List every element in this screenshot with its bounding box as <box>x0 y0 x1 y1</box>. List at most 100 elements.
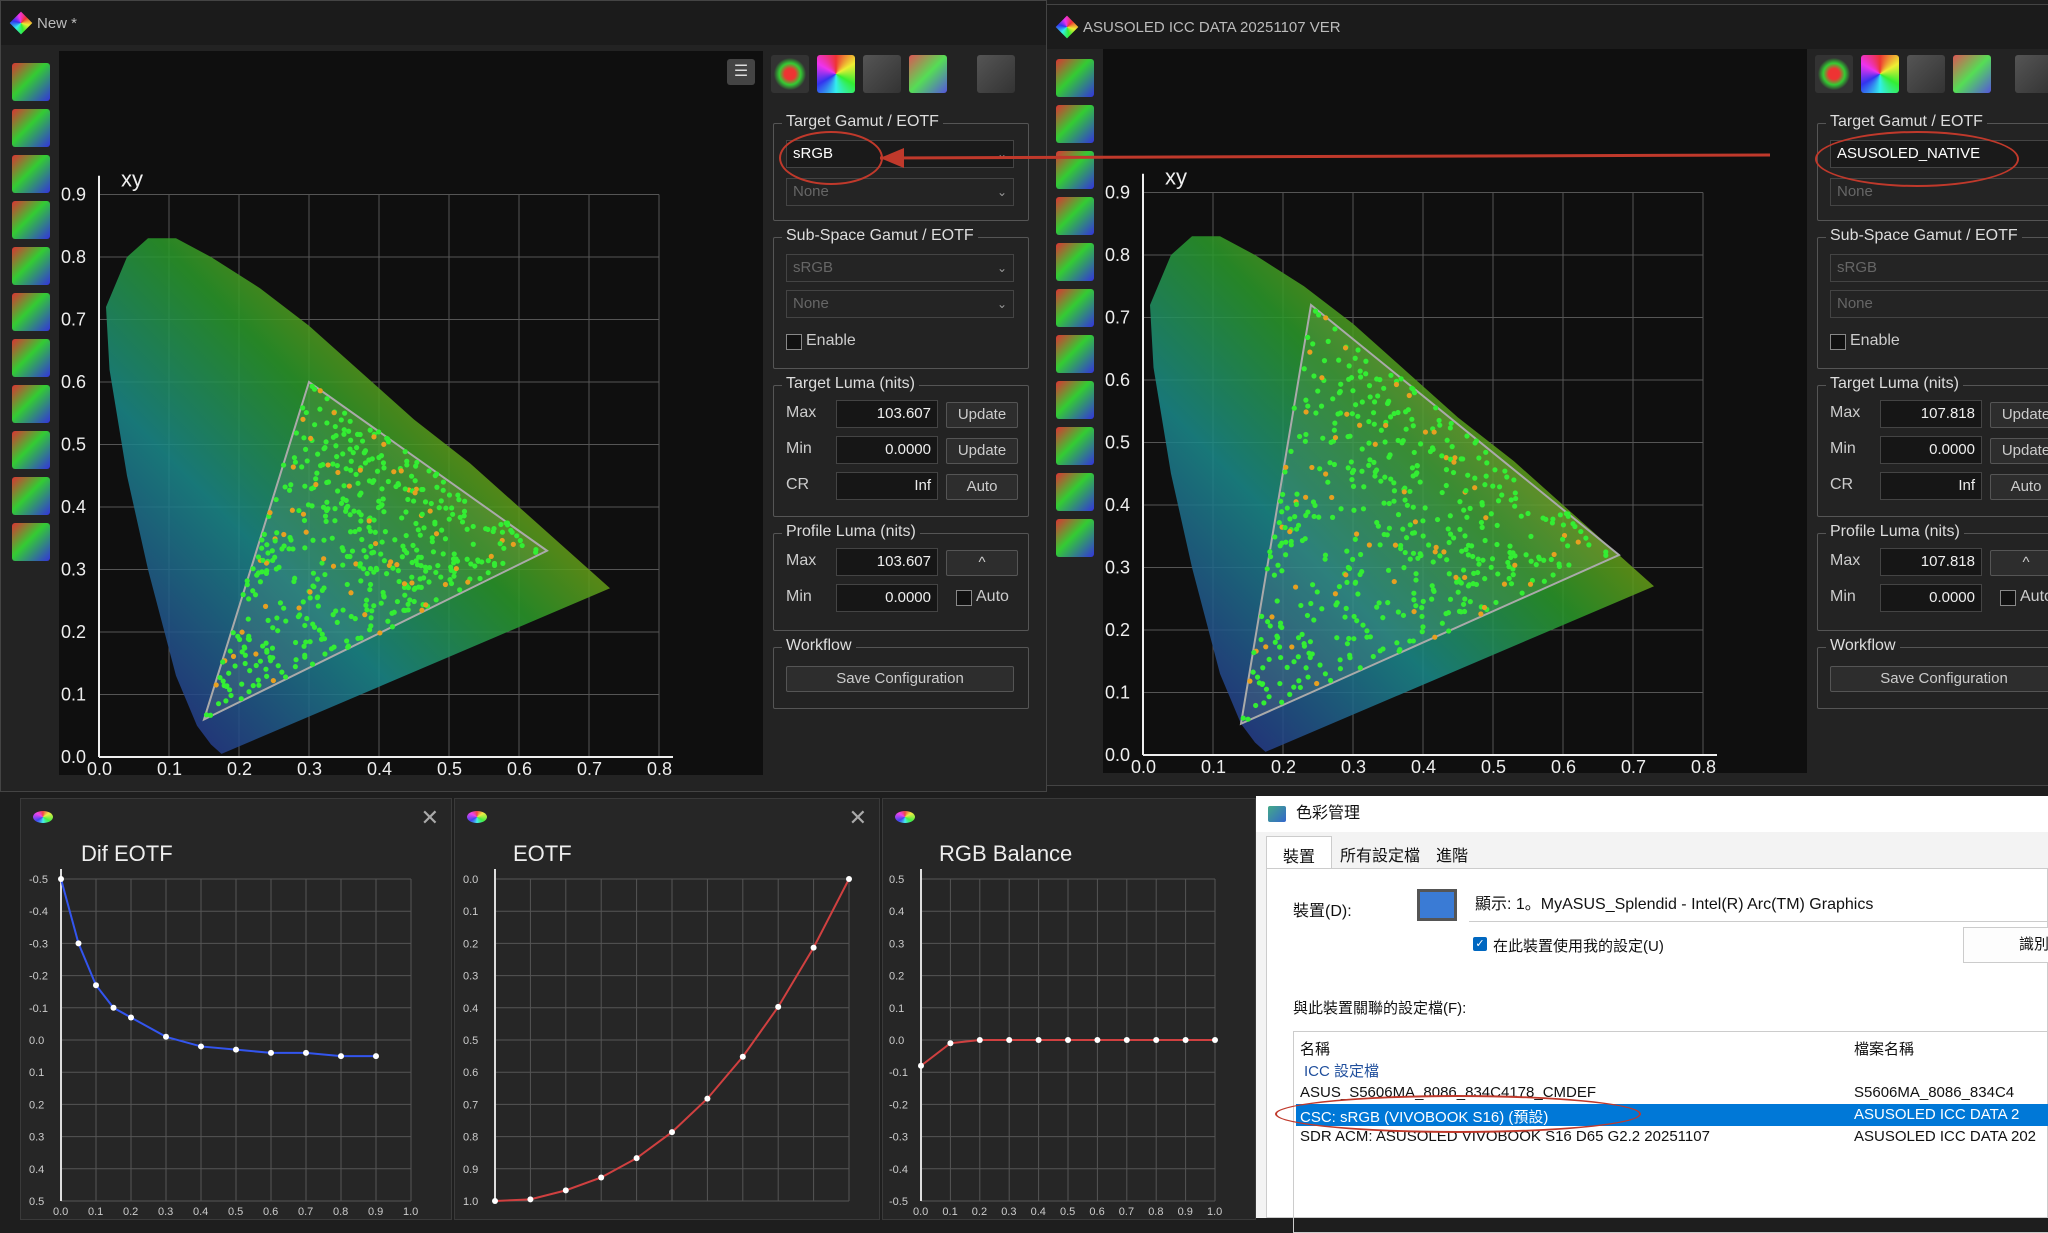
update-min-button[interactable]: Update <box>946 438 1018 464</box>
measurement-point <box>399 554 405 560</box>
profile-max-field[interactable]: 103.607 <box>836 548 938 576</box>
profile-min-field[interactable]: 0.0000 <box>1880 584 1982 612</box>
tool-curve-icon[interactable] <box>12 201 50 239</box>
target-cr-field[interactable]: Inf <box>1880 472 1982 500</box>
gamut-toolbar-icon[interactable] <box>771 55 809 93</box>
measurement-point <box>410 542 416 548</box>
update-max-button[interactable]: Update <box>1990 402 2048 428</box>
measurement-point <box>279 546 285 552</box>
color-wheel-toolbar-icon[interactable] <box>1861 55 1899 93</box>
update-max-button[interactable]: Update <box>946 402 1018 428</box>
measurement-point <box>1387 414 1394 420</box>
tool-cube-icon[interactable] <box>12 155 50 193</box>
profile-max-field[interactable]: 107.818 <box>1880 548 1982 576</box>
subspace-gamut-select[interactable]: sRGB <box>1830 254 2048 282</box>
save-configuration-button[interactable]: Save Configuration <box>786 666 1014 692</box>
target-max-field[interactable]: 103.607 <box>836 400 938 428</box>
tool-wave-icon[interactable] <box>12 247 50 285</box>
data-point <box>739 1053 746 1060</box>
tool-wave-icon[interactable] <box>1056 243 1094 281</box>
measurement-point <box>449 505 455 511</box>
measurement-point <box>1267 549 1273 555</box>
tool-mix-icon[interactable] <box>1056 473 1094 511</box>
enable-checkbox[interactable] <box>786 334 802 350</box>
x-tick-label: 0.5 <box>1481 757 1506 773</box>
measurement-point <box>359 536 365 543</box>
measurement-point <box>1454 579 1460 585</box>
auto-cr-button[interactable]: Auto <box>1990 474 2048 500</box>
measurement-point <box>1462 596 1468 602</box>
measurement-point <box>1253 702 1259 709</box>
column-name-header[interactable]: 名稱 <box>1300 1038 1330 1059</box>
tool-multi-icon[interactable] <box>12 523 50 561</box>
subspace-gamut-select[interactable]: sRGB ⌄ <box>786 254 1014 282</box>
workflow-group: Workflow Save Configuration <box>1817 637 2048 709</box>
caret-button[interactable]: ^ <box>1990 550 2048 576</box>
auto-cr-button[interactable]: Auto <box>946 474 1018 500</box>
use-settings-checkbox[interactable]: ✓ <box>1473 937 1487 951</box>
tab-advanced[interactable]: 進階 <box>1428 836 1476 868</box>
measurement-point <box>1391 498 1397 504</box>
measurement-point <box>1472 485 1478 491</box>
measurement-point <box>1444 557 1450 563</box>
measurement-point <box>261 531 267 537</box>
measurement-point <box>1479 500 1485 506</box>
column-file-header[interactable]: 檔案名稱 <box>1854 1038 1914 1059</box>
measurement-point <box>1349 469 1355 476</box>
tool-curve-icon[interactable] <box>1056 197 1094 235</box>
measurement-point <box>1523 552 1529 558</box>
tool-gamut-icon[interactable] <box>1056 59 1094 97</box>
tool-ramp-icon[interactable] <box>12 293 50 331</box>
target-cr-field[interactable]: Inf <box>836 472 938 500</box>
tool-graph-icon[interactable] <box>12 431 50 469</box>
tool-bars-icon[interactable] <box>1056 381 1094 419</box>
color-wheel-toolbar-icon[interactable] <box>817 55 855 93</box>
probe-toolbar-icon[interactable] <box>1907 55 1945 93</box>
save-configuration-button[interactable]: Save Configuration <box>1830 666 2048 692</box>
measurement-point <box>462 498 468 504</box>
target-min-field[interactable]: 0.0000 <box>1880 436 1982 464</box>
close-icon[interactable]: ✕ <box>421 805 439 831</box>
tool-triangle-icon[interactable] <box>12 109 50 147</box>
profile-auto-checkbox[interactable] <box>2000 590 2016 606</box>
subspace-eotf-select[interactable]: None <box>1830 290 2048 318</box>
enable-checkbox[interactable] <box>1830 334 1846 350</box>
profile-auto-checkbox[interactable] <box>956 590 972 606</box>
measurement-point <box>263 666 269 672</box>
measurement-point <box>1345 433 1351 440</box>
tool-ramp-icon[interactable] <box>1056 289 1094 327</box>
probe-toolbar-icon[interactable] <box>863 55 901 93</box>
update-min-button[interactable]: Update <box>1990 438 2048 464</box>
tab-all-profiles[interactable]: 所有設定檔 <box>1332 836 1428 868</box>
measurement-point <box>1505 559 1511 566</box>
measurement-point <box>1303 409 1309 415</box>
measurement-point <box>245 636 251 642</box>
subspace-eotf-select[interactable]: None ⌄ <box>786 290 1014 318</box>
caret-button[interactable]: ^ <box>946 550 1018 576</box>
plot-menu-button[interactable]: ☰ <box>727 59 755 85</box>
gamut-toolbar-icon[interactable] <box>1815 55 1853 93</box>
measurement-point <box>1481 604 1488 611</box>
tool-rgb-icon[interactable] <box>1056 335 1094 373</box>
tab-device[interactable]: 裝置 <box>1266 836 1333 868</box>
tool-rgb-icon[interactable] <box>12 339 50 377</box>
tool-triangle-icon[interactable] <box>1056 105 1094 143</box>
cube-toolbar-icon[interactable] <box>1953 55 1991 93</box>
measurement-point <box>321 636 328 642</box>
device-select[interactable]: 顯示: 1。MyASUS_Splendid - Intel(R) Arc(TM)… <box>1469 889 2048 922</box>
profile-min-field[interactable]: 0.0000 <box>836 584 938 612</box>
left-cie-plot[interactable]: 0.0 0.1 0.2 0.3 0.4 0.5 0.6 0.7 0.8 0.0 0.1 0.2 0.3 0… <box>59 51 763 779</box>
profile-luma-label: Profile Luma (nits) <box>782 523 920 541</box>
identify-monitors-button[interactable]: 識別監 <box>1963 927 2048 963</box>
tool-multi-icon[interactable] <box>1056 519 1094 557</box>
target-max-field[interactable]: 107.818 <box>1880 400 1982 428</box>
close-icon[interactable]: ✕ <box>849 805 867 831</box>
disabled-toolbar-icon[interactable] <box>977 55 1015 93</box>
target-min-field[interactable]: 0.0000 <box>836 436 938 464</box>
tool-graph-icon[interactable] <box>1056 427 1094 465</box>
cube-toolbar-icon[interactable] <box>909 55 947 93</box>
tool-mix-icon[interactable] <box>12 477 50 515</box>
disabled-toolbar-icon[interactable] <box>2015 55 2048 93</box>
tool-gamut-icon[interactable] <box>12 63 50 101</box>
tool-bars-icon[interactable] <box>12 385 50 423</box>
